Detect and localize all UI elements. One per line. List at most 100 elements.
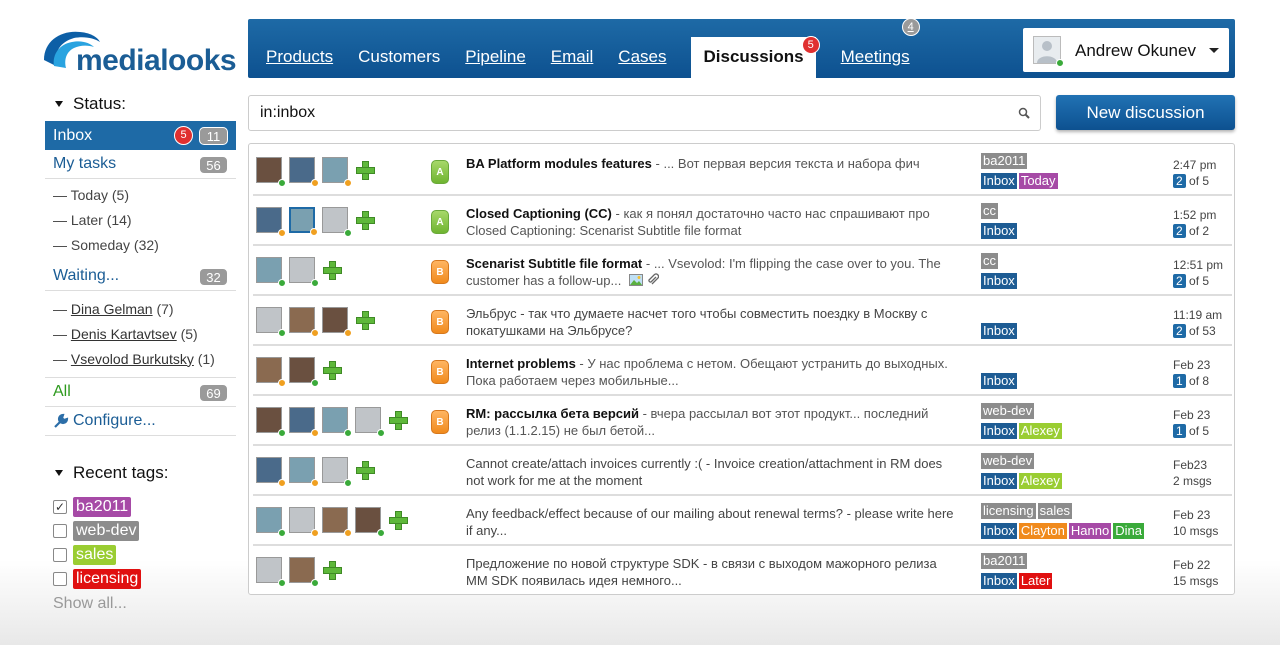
discussion-subject[interactable]: Предложение по новой структуре SDK - в с… — [466, 555, 956, 589]
discussion-row[interactable]: B Эльбрус - так что думаете насчет того ч… — [253, 296, 1232, 346]
participant-avatar[interactable] — [289, 357, 319, 387]
discussion-subject[interactable]: Internet problems - У нас проблема с нет… — [466, 355, 956, 389]
discussion-subject[interactable]: Cannot create/attach invoices currently … — [466, 455, 956, 489]
participant-avatar[interactable] — [322, 307, 352, 337]
tag-licensing[interactable]: licensing — [981, 503, 1036, 519]
discussion-subject[interactable]: RM: рассылка бета версий - вчера рассыла… — [466, 405, 956, 439]
status-section-toggle[interactable]: Status: — [45, 92, 236, 116]
show-all-tags-link[interactable]: Show all... — [45, 591, 236, 617]
person-name[interactable]: Vsevolod Burkutsky — [71, 351, 194, 367]
discussion-row[interactable]: Предложение по новой структуре SDK - в с… — [253, 546, 1232, 596]
add-participant-icon[interactable] — [356, 161, 375, 180]
tag-label[interactable]: web-dev — [73, 521, 140, 541]
tag-inbox[interactable]: Inbox — [981, 423, 1017, 439]
tab-pipeline[interactable]: Pipeline — [465, 19, 526, 78]
discussion-row[interactable]: B Scenarist Subtitle file format - ... Vs… — [253, 246, 1232, 296]
tag-label[interactable]: licensing — [73, 569, 142, 589]
participant-avatar[interactable] — [256, 207, 286, 237]
discussion-row[interactable]: Any feedback/effect because of our maili… — [253, 496, 1232, 546]
add-participant-icon[interactable] — [356, 461, 375, 480]
participant-avatar[interactable] — [256, 457, 286, 487]
tag-alexey[interactable]: Alexey — [1018, 423, 1062, 439]
participant-avatar[interactable] — [256, 557, 286, 587]
add-participant-icon[interactable] — [323, 361, 342, 380]
sidebar-person-vsevolod[interactable]: — Vsevolod Burkutsky (1) — [45, 346, 236, 371]
participant-avatar[interactable] — [289, 557, 319, 587]
tag-label[interactable]: ba2011 — [73, 497, 132, 517]
tag-alexey[interactable]: Alexey — [1018, 473, 1062, 489]
tag-checkbox[interactable] — [53, 524, 67, 538]
medialooks-logo[interactable]: medialooks — [40, 26, 237, 77]
tag-inbox[interactable]: Inbox — [981, 473, 1017, 489]
tag-hanno[interactable]: Hanno — [1068, 523, 1112, 539]
recent-tags-toggle[interactable]: Recent tags: — [45, 461, 236, 485]
participant-avatar[interactable] — [355, 407, 385, 437]
new-discussion-button[interactable]: New discussion — [1056, 95, 1235, 130]
tab-products[interactable]: Products — [266, 19, 333, 78]
tag-inbox[interactable]: Inbox — [981, 223, 1017, 239]
tag-today[interactable]: Today — [1018, 173, 1058, 189]
participant-avatar[interactable] — [289, 457, 319, 487]
sidebar-sub-someday[interactable]: — Someday (32) — [45, 232, 236, 257]
tag-cc[interactable]: cc — [981, 253, 998, 269]
search-input[interactable] — [260, 104, 1000, 122]
tag-dina[interactable]: Dina — [1113, 523, 1144, 539]
person-name[interactable]: Dina Gelman — [71, 301, 153, 317]
search-icon[interactable] — [1018, 107, 1030, 119]
tag-inbox[interactable]: Inbox — [981, 323, 1017, 339]
discussion-row[interactable]: B Internet problems - У нас проблема с не… — [253, 346, 1232, 396]
discussion-subject[interactable]: BA Platform modules features - ... Вот п… — [466, 155, 956, 172]
participant-avatar[interactable] — [322, 507, 352, 537]
sidebar-item-waiting[interactable]: Waiting... 32 — [45, 262, 236, 291]
tag-inbox[interactable]: Inbox — [981, 373, 1017, 389]
tab-discussions[interactable]: Discussions 5 — [691, 36, 820, 78]
participant-avatar[interactable] — [289, 257, 319, 287]
tag-web-dev[interactable]: web-dev — [981, 453, 1035, 469]
participant-avatar[interactable] — [289, 307, 319, 337]
tag-ba2011[interactable]: ba2011 — [981, 553, 1028, 569]
participant-avatar[interactable] — [256, 407, 286, 437]
participant-avatar[interactable] — [256, 257, 286, 287]
discussion-row[interactable]: A Closed Captioning (CC) - как я понял до… — [253, 196, 1232, 246]
add-participant-icon[interactable] — [356, 311, 375, 330]
add-participant-icon[interactable] — [323, 561, 342, 580]
tab-customers[interactable]: Customers — [358, 19, 440, 78]
tag-checkbox[interactable] — [53, 548, 67, 562]
discussion-subject[interactable]: Эльбрус - так что думаете насчет того чт… — [466, 305, 956, 339]
sidebar-item-inbox[interactable]: Inbox 5 11 — [45, 121, 236, 150]
sidebar-item-my-tasks[interactable]: My tasks 56 — [45, 150, 236, 179]
discussion-subject[interactable]: Any feedback/effect because of our maili… — [466, 505, 956, 539]
tab-email[interactable]: Email — [551, 19, 594, 78]
discussion-subject[interactable]: Scenarist Subtitle file format - ... Vse… — [466, 255, 956, 289]
tag-clayton[interactable]: Clayton — [1018, 523, 1067, 539]
add-participant-icon[interactable] — [356, 211, 375, 230]
participant-avatar[interactable] — [289, 157, 319, 187]
discussion-row[interactable]: Cannot create/attach invoices currently … — [253, 446, 1232, 496]
tag-cc[interactable]: cc — [981, 203, 998, 219]
participant-avatar[interactable] — [355, 507, 385, 537]
participant-avatar[interactable] — [256, 357, 286, 387]
tag-inbox[interactable]: Inbox — [981, 573, 1017, 589]
participant-avatar[interactable] — [256, 157, 286, 187]
tag-later[interactable]: Later — [1018, 573, 1053, 589]
tag-inbox[interactable]: Inbox — [981, 173, 1017, 189]
tag-ba2011[interactable]: ba2011 — [981, 153, 1028, 169]
participant-avatar[interactable] — [322, 407, 352, 437]
tag-inbox[interactable]: Inbox — [981, 273, 1017, 289]
chevron-down-icon[interactable] — [1209, 48, 1219, 53]
add-participant-icon[interactable] — [323, 261, 342, 280]
add-participant-icon[interactable] — [389, 411, 408, 430]
discussion-subject[interactable]: Closed Captioning (CC) - как я понял дос… — [466, 205, 956, 239]
participant-avatar[interactable] — [289, 407, 319, 437]
tag-sales[interactable]: sales — [1037, 503, 1072, 519]
tab-cases[interactable]: Cases — [618, 19, 666, 78]
sidebar-person-denis[interactable]: — Denis Kartavtsev (5) — [45, 321, 236, 346]
sidebar-sub-later[interactable]: — Later (14) — [45, 207, 236, 232]
sidebar-person-dina[interactable]: — Dina Gelman (7) — [45, 296, 236, 321]
tag-checkbox[interactable]: ✓ — [53, 500, 67, 514]
tag-web-dev[interactable]: web-dev — [981, 403, 1035, 419]
participant-avatar[interactable] — [256, 507, 286, 537]
configure-link[interactable]: Configure... — [45, 407, 236, 436]
tag-inbox[interactable]: Inbox — [981, 523, 1017, 539]
tab-meetings[interactable]: Meetings 4 — [841, 18, 920, 78]
